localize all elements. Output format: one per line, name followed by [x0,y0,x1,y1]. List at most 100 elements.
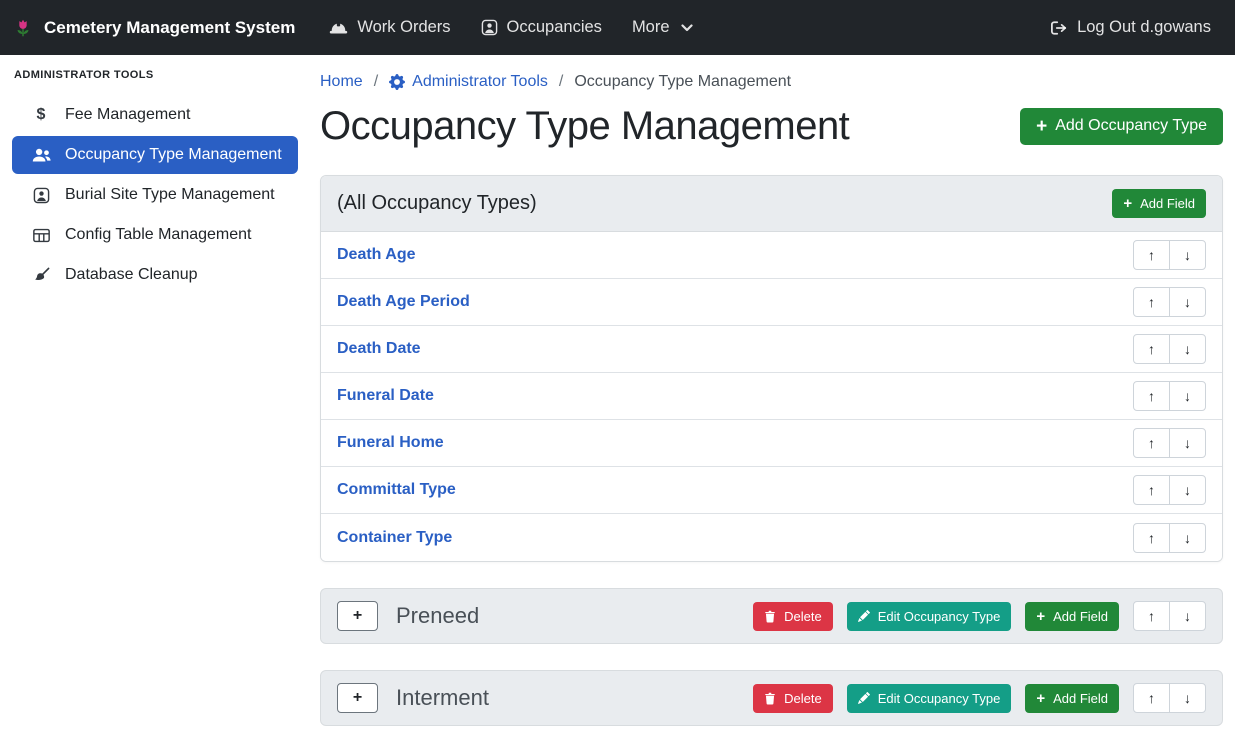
logout-button[interactable]: Log Out d.gowans [1050,18,1211,37]
breadcrumb: Home / Administrator Tools / Occupancy T… [320,73,1223,91]
sidebar-item-fee-management[interactable]: $ Fee Management [12,96,298,134]
field-row: Funeral Home ↑ ↓ [321,420,1222,467]
sidebar: Administrator Tools $ Fee Management Occ… [0,55,308,726]
add-field-button[interactable]: + Add Field [1025,602,1119,631]
move-up-button[interactable]: ↑ [1133,475,1170,505]
main-nav: Work Orders Occupancies More [329,18,692,37]
arrow-down-icon: ↓ [1184,247,1191,263]
move-up-button[interactable]: ↑ [1133,683,1170,713]
field-row: Death Age Period ↑ ↓ [321,279,1222,326]
card-header: (All Occupancy Types) + Add Field [321,176,1222,232]
field-row: Committal Type ↑ ↓ [321,467,1222,514]
sidebar-heading: Administrator Tools [12,69,298,81]
field-link[interactable]: Container Type [337,529,452,547]
arrow-up-icon: ↑ [1148,608,1155,624]
nav-occupancies[interactable]: Occupancies [481,18,602,37]
app-title: Cemetery Management System [44,18,295,38]
plus-icon: + [1123,196,1132,211]
arrow-down-icon: ↓ [1184,435,1191,451]
logout-icon [1050,20,1068,36]
broom-icon [30,267,52,284]
reorder-buttons: ↑ ↓ [1133,683,1206,713]
move-down-button[interactable]: ↓ [1169,601,1206,631]
move-up-button[interactable]: ↑ [1133,334,1170,364]
app-brand[interactable]: Cemetery Management System [12,17,295,39]
move-up-button[interactable]: ↑ [1133,381,1170,411]
nav-more[interactable]: More [632,18,693,37]
field-row: Container Type ↑ ↓ [321,514,1222,561]
section-actions: Delete Edit Occupancy Type + Add Field ↑ [753,683,1206,713]
expand-button[interactable]: + [337,683,378,713]
delete-button[interactable]: Delete [753,684,833,713]
move-down-button[interactable]: ↓ [1169,334,1206,364]
occupancy-type-section-preneed: + Preneed Delete [320,588,1223,644]
section-actions: Delete Edit Occupancy Type + Add Field ↑ [753,601,1206,631]
move-down-button[interactable]: ↓ [1169,381,1206,411]
move-down-button[interactable]: ↓ [1169,523,1206,553]
field-link[interactable]: Death Age Period [337,293,470,311]
arrow-down-icon: ↓ [1184,608,1191,624]
breadcrumb-separator: / [374,73,378,91]
card-title: (All Occupancy Types) [337,192,537,215]
sidebar-item-occupancy-type-management[interactable]: Occupancy Type Management [12,136,298,174]
main-content: Home / Administrator Tools / Occupancy T… [308,55,1235,726]
breadcrumb-admin-tools-link[interactable]: Administrator Tools [389,73,548,91]
expand-button[interactable]: + [337,601,378,631]
arrow-down-icon: ↓ [1184,690,1191,706]
delete-label: Delete [784,609,822,624]
field-row: Death Date ↑ ↓ [321,326,1222,373]
add-occupancy-type-button[interactable]: + Add Occupancy Type [1020,108,1223,145]
move-up-button[interactable]: ↑ [1133,428,1170,458]
nav-occupancies-label: Occupancies [507,18,602,37]
person-square-icon [481,19,498,36]
move-down-button[interactable]: ↓ [1169,428,1206,458]
reorder-buttons: ↑ ↓ [1133,240,1206,270]
add-field-button[interactable]: + Add Field [1025,684,1119,713]
arrow-down-icon: ↓ [1184,530,1191,546]
nav-work-orders-label: Work Orders [357,18,450,37]
arrow-up-icon: ↑ [1148,388,1155,404]
field-row: Funeral Date ↑ ↓ [321,373,1222,420]
nav-work-orders[interactable]: Work Orders [329,18,450,37]
field-link[interactable]: Committal Type [337,481,456,499]
add-field-label: Add Field [1053,691,1108,706]
move-up-button[interactable]: ↑ [1133,601,1170,631]
sidebar-item-label: Database Cleanup [65,263,198,287]
sidebar-item-config-table-management[interactable]: Config Table Management [12,216,298,254]
sidebar-item-burial-site-type-management[interactable]: Burial Site Type Management [12,176,298,214]
arrow-down-icon: ↓ [1184,294,1191,310]
edit-occupancy-type-button[interactable]: Edit Occupancy Type [847,602,1012,631]
occupancy-type-name: Interment [396,685,753,711]
move-down-button[interactable]: ↓ [1169,475,1206,505]
add-field-button[interactable]: + Add Field [1112,189,1206,218]
move-up-button[interactable]: ↑ [1133,523,1170,553]
arrow-up-icon: ↑ [1148,341,1155,357]
table-icon [30,228,52,243]
field-link[interactable]: Funeral Home [337,434,444,452]
breadcrumb-admin-tools-label: Administrator Tools [412,73,548,91]
breadcrumb-current: Occupancy Type Management [574,73,791,91]
delete-button[interactable]: Delete [753,602,833,631]
field-link[interactable]: Funeral Date [337,387,434,405]
reorder-buttons: ↑ ↓ [1133,287,1206,317]
move-up-button[interactable]: ↑ [1133,287,1170,317]
sidebar-item-database-cleanup[interactable]: Database Cleanup [12,256,298,294]
arrow-up-icon: ↑ [1148,690,1155,706]
plus-icon: + [1036,117,1047,136]
edit-occupancy-type-button[interactable]: Edit Occupancy Type [847,684,1012,713]
trash-icon [764,692,776,705]
delete-label: Delete [784,691,822,706]
arrow-up-icon: ↑ [1148,435,1155,451]
plus-icon: + [353,689,362,707]
move-down-button[interactable]: ↓ [1169,683,1206,713]
move-up-button[interactable]: ↑ [1133,240,1170,270]
gear-icon [389,74,405,90]
breadcrumb-home-link[interactable]: Home [320,73,363,91]
reorder-buttons: ↑ ↓ [1133,601,1206,631]
move-down-button[interactable]: ↓ [1169,287,1206,317]
field-link[interactable]: Death Age [337,246,416,264]
occupancy-type-name: Preneed [396,603,753,629]
move-down-button[interactable]: ↓ [1169,240,1206,270]
field-link[interactable]: Death Date [337,340,421,358]
edit-occupancy-type-label: Edit Occupancy Type [878,691,1001,706]
